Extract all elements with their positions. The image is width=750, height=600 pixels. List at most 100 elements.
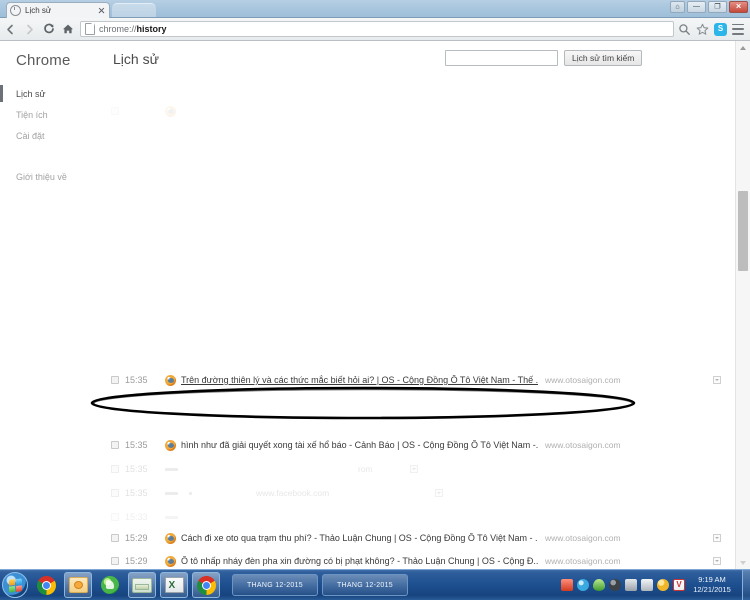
clock-icon [10,5,21,16]
chevron-down-icon[interactable] [713,376,721,384]
taskbar-item-media-app[interactable] [128,572,156,598]
row-checkbox[interactable] [111,557,119,565]
tray-red-icon[interactable] [561,579,573,591]
media-app-icon [132,577,152,593]
chevron-down-icon[interactable] [435,489,443,497]
back-button[interactable] [2,20,19,38]
table-row[interactable]: 15:35 www.facebook.com [100,483,735,503]
close-icon[interactable] [97,6,106,15]
scroll-up-button[interactable] [736,41,750,55]
row-title-placeholder [165,491,178,495]
row-checkbox[interactable] [111,534,119,542]
tray-network-icon[interactable] [625,579,637,591]
row-time: 15:35 [125,488,148,498]
browser-tab-history[interactable]: Lịch sử [6,2,110,18]
photo-viewer-icon [68,577,88,593]
tray-download-icon[interactable] [593,579,605,591]
table-row[interactable]: 15:35 hình như đã giải quyết xong tài xế… [100,435,735,455]
tray-skype-icon[interactable] [577,579,589,591]
maximize-button[interactable]: ❐ [708,1,727,13]
reload-button[interactable] [40,20,57,38]
row-checkbox[interactable] [111,489,119,497]
tab-title: Lịch sử [25,5,52,15]
taskbar-window-2[interactable]: THANG 12-2015 [322,574,408,596]
tray-yellow-icon[interactable] [657,579,669,591]
show-desktop-button[interactable] [742,570,750,600]
vertical-scrollbar[interactable] [735,41,750,570]
row-title-placeholder [189,491,192,495]
forward-button[interactable] [21,20,38,38]
taskbar-item-chrome-active[interactable] [192,572,220,598]
skype-label: S [717,24,724,33]
sidebar-nav: Lịch sử Tiện ích Cài đặt Giới thiệu về [0,83,100,187]
sidebar: Chrome Lịch sử Tiện ích Cài đặt Giới thi… [0,41,100,570]
table-row[interactable]: 15:33 [100,507,735,527]
chrome-icon [36,575,56,595]
system-tray: V 9:19 AM 12/21/2015 [561,575,742,595]
sidebar-item-settings[interactable]: Cài đặt [0,125,100,146]
taskbar-item-chrome[interactable] [32,572,60,598]
address-bar[interactable]: chrome://history [80,21,674,37]
new-tab-button[interactable] [112,3,156,19]
search-icon[interactable] [678,23,691,36]
close-button[interactable]: ✕ [729,1,748,13]
window-controls: ⌂ — ❐ ✕ [670,1,748,13]
chevron-down-icon[interactable] [410,465,418,473]
chevron-down-icon[interactable] [713,534,721,542]
row-checkbox[interactable] [111,107,119,115]
minimize-button[interactable]: — [687,1,706,13]
taskbar-clock[interactable]: 9:19 AM 12/21/2015 [689,575,738,595]
tray-dark-icon[interactable] [609,579,621,591]
tray-eject-icon[interactable] [641,579,653,591]
row-checkbox[interactable] [111,513,119,521]
table-row[interactable]: 15:29 Ô tô nhấp nháy đèn pha xin đường c… [100,551,735,570]
skype-extension-icon[interactable]: S [714,22,727,36]
taskbar-window-1[interactable]: THANG 12-2015 [232,574,318,596]
sidebar-item-history[interactable]: Lịch sử [0,83,100,104]
favicon [165,532,176,544]
row-domain: www.facebook.com [256,488,330,498]
page-icon [85,23,95,35]
row-domain: www.otosaigon.com [545,533,621,543]
row-title[interactable]: Trên đường thiên lý và các thức mắc biết… [181,375,538,385]
row-title-placeholder [165,515,178,519]
sidebar-item-label: Giới thiệu về [16,171,67,182]
row-time: 15:35 [125,440,148,450]
start-button[interactable] [2,572,28,598]
home-button[interactable] [59,20,76,38]
scroll-down-button[interactable] [736,556,750,570]
taskbar-item-spreadsheet[interactable] [160,572,188,598]
window-extra-button[interactable]: ⌂ [670,1,685,13]
browser-window: Lịch sử ⌂ — ❐ ✕ chrome://history S Chrom… [0,0,750,600]
scrollbar-thumb[interactable] [738,191,748,271]
row-time: 15:35 [125,375,148,385]
row-title[interactable]: hình như đã giải quyết xong tài xế hổ bá… [181,440,538,450]
row-domain: www.otosaigon.com [545,556,621,566]
row-checkbox[interactable] [111,376,119,384]
row-title[interactable]: Ô tô nhấp nháy đèn pha xin đường có bị p… [181,556,538,566]
row-time: 15:29 [125,533,148,543]
clock-time: 9:19 AM [698,575,726,584]
sidebar-item-about[interactable]: Giới thiệu về [0,166,100,187]
table-row[interactable]: 15:29 Cách đi xe oto qua trạm thu phí? -… [100,528,735,548]
sidebar-item-extensions[interactable]: Tiện ích [0,104,100,125]
row-checkbox[interactable] [111,441,119,449]
chrome-icon [196,575,216,595]
row-time: 15:29 [125,556,148,566]
row-checkbox[interactable] [111,465,119,473]
row-domain: www.otosaigon.com [545,440,621,450]
spreadsheet-icon [164,577,184,593]
sidebar-brand: Chrome [16,52,71,69]
star-icon[interactable] [696,23,709,36]
taskbar-item-photo-viewer[interactable] [64,572,92,598]
table-row[interactable]: 15:35 rom [100,459,735,479]
hamburger-icon[interactable] [732,23,744,35]
url-path: history [136,23,167,34]
row-title[interactable]: Cách đi xe oto qua trạm thu phí? - Thảo … [181,533,538,543]
tray-antivirus-icon[interactable]: V [673,579,685,591]
window-extra-label: ⌂ [675,3,680,11]
chevron-down-icon[interactable] [713,557,721,565]
sidebar-item-label: Lịch sử [16,88,46,99]
table-row[interactable]: 15:35 Trên đường thiên lý và các thức mắ… [100,370,735,390]
taskbar-item-green-app[interactable] [96,572,124,598]
